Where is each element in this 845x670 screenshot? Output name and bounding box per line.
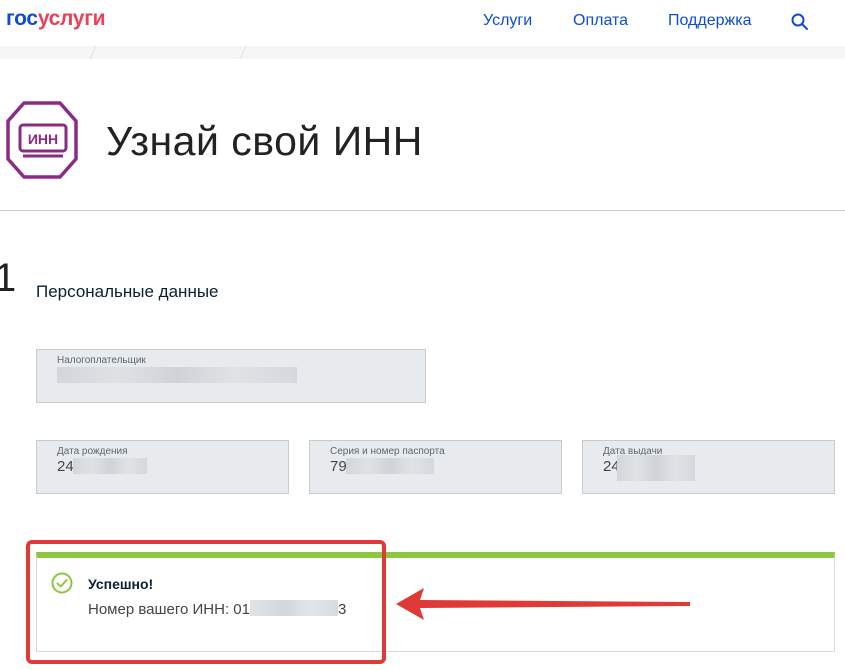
logo-part-uslugi: услуги xyxy=(37,7,106,30)
issue-date-field[interactable]: Дата выдачи 24 xyxy=(582,440,835,494)
nav-item-payment[interactable]: Оплата xyxy=(573,12,628,30)
section-title: Персональные данные xyxy=(36,282,219,301)
highlight-annotation-frame xyxy=(26,540,386,664)
decorative-lines xyxy=(89,46,247,59)
passport-label: Серия и номер паспорта xyxy=(330,446,445,457)
icon-label: ИНН xyxy=(28,131,58,147)
redacted-passport-number xyxy=(346,458,434,474)
taxpayer-label: Налогоплательщик xyxy=(57,355,146,366)
top-header: госуслуги Услуги Оплата Поддержка xyxy=(0,0,845,46)
nav-item-services[interactable]: Услуги xyxy=(483,12,532,30)
redacted-birth-date xyxy=(73,458,147,474)
search-icon[interactable] xyxy=(790,12,810,32)
step-number: 1 xyxy=(0,256,17,300)
annotation-arrow-icon xyxy=(396,588,690,620)
logo-part-gos: гос xyxy=(6,7,38,30)
birth-date-value: 24 xyxy=(57,458,74,475)
breadcrumb-bar xyxy=(0,46,845,59)
birth-date-field[interactable]: Дата рождения 24 xyxy=(36,440,289,494)
redacted-issue-date xyxy=(617,455,695,481)
redacted-taxpayer-name xyxy=(57,367,297,383)
birth-date-label: Дата рождения xyxy=(57,446,128,457)
page-title: Узнай свой ИНН xyxy=(106,118,423,164)
nav-item-support[interactable]: Поддержка xyxy=(668,12,751,30)
taxpayer-field[interactable]: Налогоплательщик xyxy=(36,349,426,403)
passport-value: 79 xyxy=(330,458,347,475)
gosuslugi-logo[interactable]: госуслуги xyxy=(6,7,106,31)
title-divider xyxy=(0,210,845,211)
passport-field[interactable]: Серия и номер паспорта 79 xyxy=(309,440,562,494)
inn-document-icon: ИНН xyxy=(6,101,78,179)
